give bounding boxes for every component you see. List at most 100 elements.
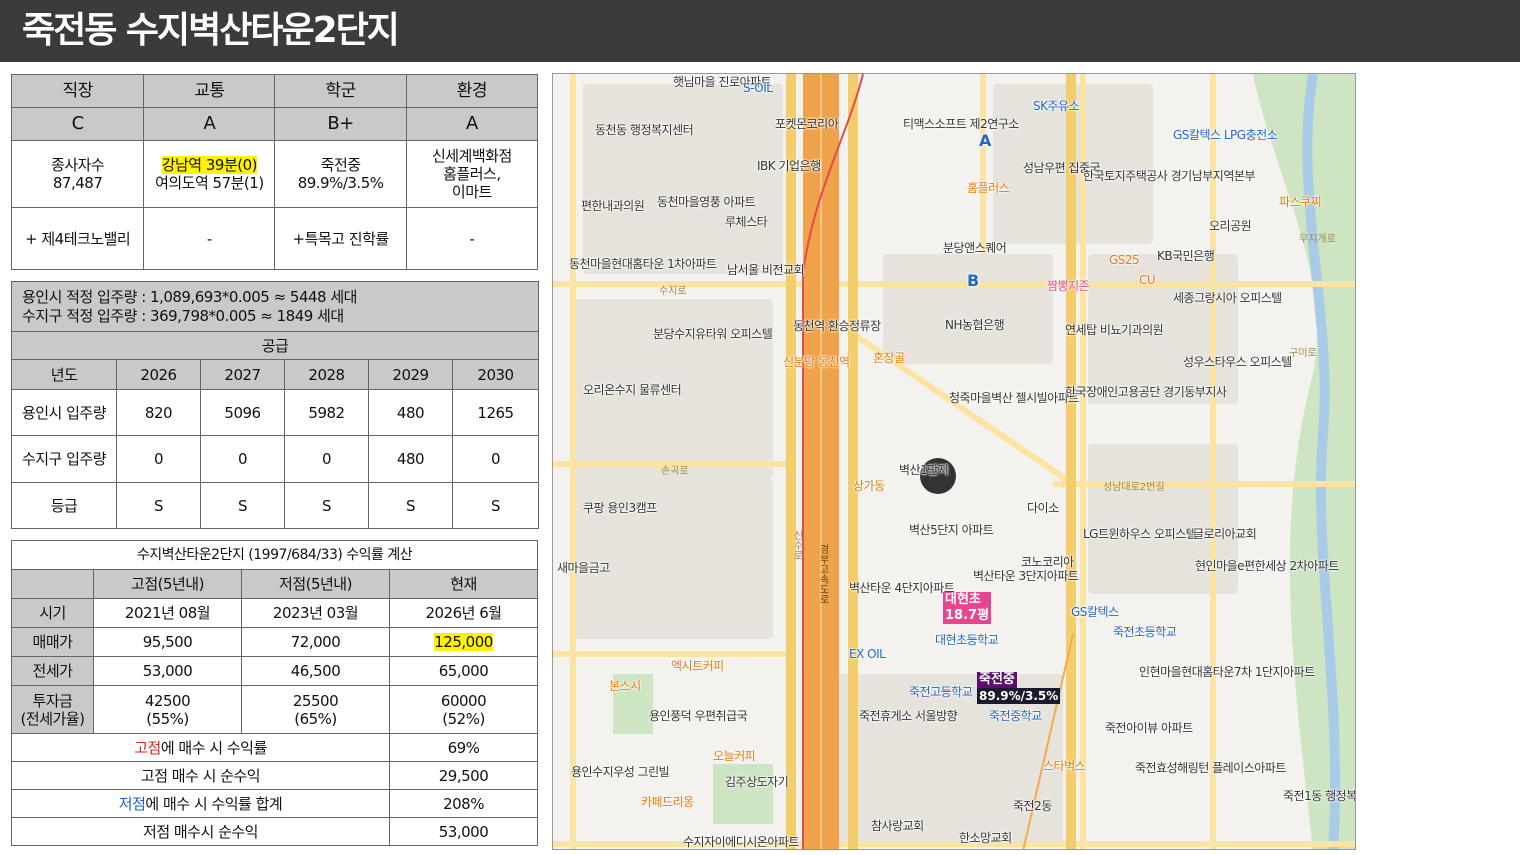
school-tag: 대현초 18.7평 <box>943 592 992 624</box>
map-label: 죽전고등학교 <box>909 685 973 699</box>
value-cell: 480 <box>368 435 453 483</box>
header-env: 환경 <box>405 74 539 108</box>
value-cell: 480 <box>368 389 453 436</box>
map-label: 분당수지유타워 오피스텔 <box>653 327 773 341</box>
supply-caption: 공급 <box>11 331 539 360</box>
road-label: 무지개로 <box>1299 234 1336 245</box>
map-label: LG트윈하우스 오피스텔 <box>1083 527 1197 541</box>
summary-table: 직장 교통 학군 환경 C A B+ A 종사자수 87,487 강남역 39분(… <box>10 74 539 270</box>
map-label: S-OIL <box>743 81 773 95</box>
value-cell: S <box>368 482 453 529</box>
traffic-highlight: 강남역 39분(0) <box>161 156 258 174</box>
map-label: 오리공원 <box>1209 219 1252 233</box>
grade-work: C <box>10 107 145 141</box>
road-label: 신수로 <box>791 530 802 560</box>
page-title: 죽전동 수지벽산타운2단지 <box>22 10 400 51</box>
road-label: 성남대로2번길 <box>1103 482 1165 493</box>
returns-title: 수지벽산타운2단지 (1997/684/33) 수익률 계산 <box>10 540 539 570</box>
value-cell: 0 <box>200 435 285 483</box>
map-label: 죽전중학교 <box>989 709 1042 723</box>
map-label: 죽전효성해링턴 플레이스아파트 <box>1135 761 1286 775</box>
map-label: EX OIL <box>849 647 886 661</box>
value-cell: S <box>116 482 201 529</box>
map-label: 수지자이에디시온아파트 <box>683 835 799 849</box>
year-cell: 2030 <box>452 359 539 390</box>
grade-env: A <box>405 107 539 141</box>
map-label: 참사랑교회 <box>871 819 924 833</box>
map-label: 벽산타운 3단지아파트 <box>973 569 1079 583</box>
summary-value: 53,000 <box>388 817 539 846</box>
school-extra: +특목고 진학률 <box>274 207 407 270</box>
map-label: 용인수지우성 그린빌 <box>571 765 670 779</box>
title-bar: 죽전동 수지벽산타운2단지 <box>0 0 1520 62</box>
map-label: 청죽마을벽산 젤시빌아파트 <box>949 391 1079 405</box>
value-cell: 0 <box>116 435 201 483</box>
pin-a-icon[interactable]: A <box>979 133 991 149</box>
map-label: 한국장애인고용공단 경기동부지사 <box>1065 385 1227 399</box>
col-header: 고점(5년내) <box>93 569 242 599</box>
row-label: 용인시 입주량 <box>11 389 117 436</box>
map-label: 죽전2동 <box>1013 799 1052 813</box>
map-label: 동천마을영풍 아파트 <box>657 195 756 209</box>
map-view[interactable]: A B 벽산1단지 벽산5단지 아파트 벽산타운 3단지아파트 벽산타운 4단지… <box>552 73 1356 850</box>
row-label: 매매가 <box>11 627 94 657</box>
map-label: 죽전1동 행정복지센터 <box>1283 789 1356 803</box>
col-header: 현재 <box>388 569 539 599</box>
summary-label: 저점 매수시 순수익 <box>11 817 390 846</box>
summary-value: 69% <box>388 733 539 762</box>
row-label: 시기 <box>11 598 94 628</box>
summary-value: 208% <box>388 789 539 818</box>
summary-label: 저점에 매수 시 수익률 합계 <box>11 789 390 818</box>
value-cell: 2021년 08월 <box>93 598 242 628</box>
row-label: 전세가 <box>11 656 94 686</box>
map-label: IBK 기업은행 <box>757 159 821 173</box>
map-label: GS25 <box>1109 253 1140 267</box>
map-label: 쿠팡 용인3캠프 <box>583 501 657 515</box>
current-price-highlight: 125,000 <box>434 633 493 651</box>
year-cell: 2028 <box>284 359 369 390</box>
value-cell: 820 <box>116 389 201 436</box>
year-header: 년도 <box>11 359 117 390</box>
header-work: 직장 <box>10 74 145 108</box>
map-label: 용인풍덕 우편취급국 <box>649 709 748 723</box>
grade-school: B+ <box>274 107 407 141</box>
row-label: 투자금 (전세가율) <box>11 685 94 734</box>
map-label: SK주유소 <box>1033 99 1080 113</box>
value-cell: 2026년 6월 <box>388 598 539 628</box>
value-cell: 42500 (55%) <box>93 685 242 734</box>
value-cell: 60000 (52%) <box>388 685 539 734</box>
value-cell: 0 <box>284 435 369 483</box>
traffic-extra: - <box>143 207 276 270</box>
map-label: GS칼텍스 LPG충전소 <box>1173 128 1278 142</box>
map-label: 다이소 <box>1027 501 1059 515</box>
map-label: 벽산5단지 아파트 <box>909 523 994 537</box>
road-label: 수지로 <box>659 286 687 297</box>
map-label: 오리온수지 물류센터 <box>583 383 682 397</box>
supply-table: 용인시 적정 입주량 : 1,089,693*0.005 ≈ 5448 세대 수지… <box>11 281 539 529</box>
map-label: 연세탑 비뇨기과의원 <box>1065 323 1164 337</box>
value-cell: 5982 <box>284 389 369 436</box>
value-cell: 2023년 03월 <box>241 598 390 628</box>
road-label: 경부고속도로 <box>817 544 828 604</box>
map-label: CU <box>1139 273 1156 287</box>
env-extra: - <box>405 207 539 270</box>
map-label: 한국토지주택공사 경기남부지역본부 <box>1083 169 1255 183</box>
map-label: 대현초등학교 <box>935 633 999 647</box>
year-cell: 2029 <box>368 359 453 390</box>
grade-traffic: A <box>143 107 276 141</box>
value-cell: 0 <box>452 435 539 483</box>
pin-b-icon[interactable]: B <box>967 273 979 289</box>
map-label: 죽전아이뷰 아파트 <box>1105 721 1193 735</box>
map-label: 포켓몬코리아 <box>775 117 839 131</box>
map-label: GS칼텍스 <box>1071 605 1119 619</box>
map-label: 신분당 동천역 <box>783 355 850 369</box>
work-extra: + 제4테크노밸리 <box>10 207 145 270</box>
year-cell: 2026 <box>116 359 201 390</box>
row-label: 수지구 입주량 <box>11 435 117 483</box>
map-label: 편한내과의원 <box>581 199 645 213</box>
map-label: 인현마을현대홈타운7차 1단지아파트 <box>1139 665 1315 679</box>
map-label: 동천마을현대홈타운 1차아파트 <box>569 257 717 271</box>
map-label: 새마을금고 <box>557 561 610 575</box>
map-label: KB국민은행 <box>1157 249 1215 263</box>
summary-value: 29,500 <box>388 761 539 790</box>
